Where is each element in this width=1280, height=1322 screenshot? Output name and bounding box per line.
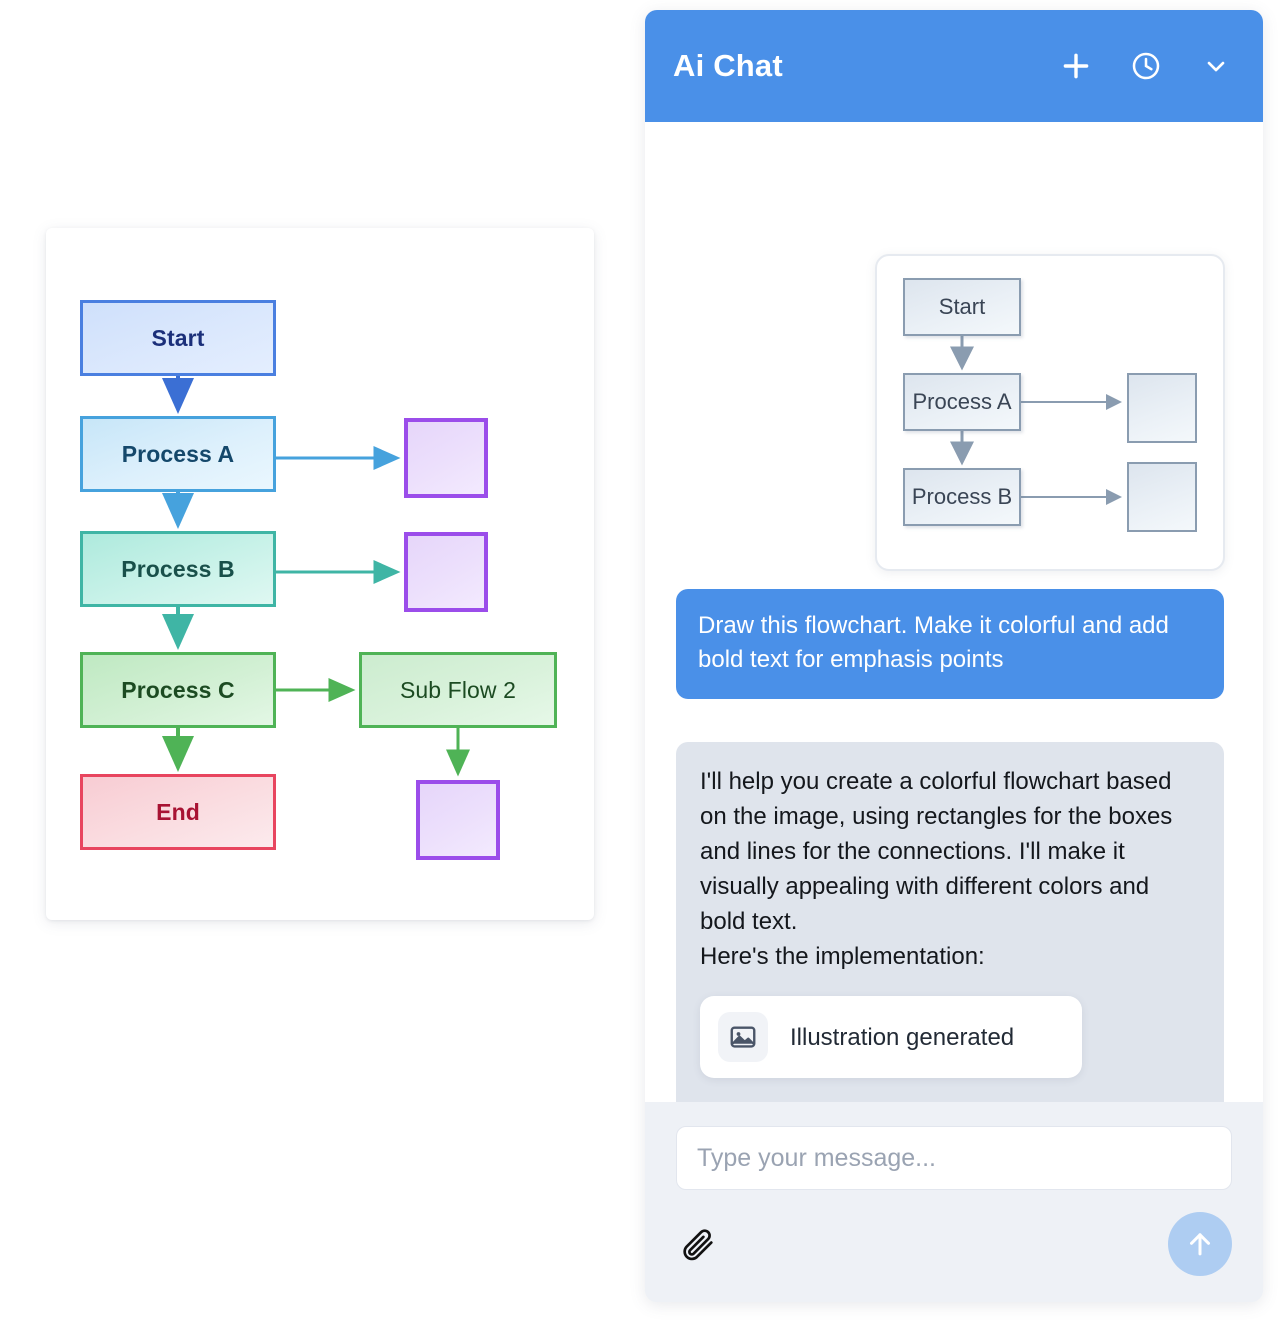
flow-node-process-c[interactable]: Process C (80, 652, 276, 728)
send-button[interactable] (1168, 1212, 1232, 1276)
flowchart-canvas: Start Process A Process B Process C End … (46, 228, 594, 920)
illustration-generated-label: Illustration generated (790, 1023, 1015, 1051)
chat-title: Ai Chat (673, 48, 783, 83)
flow-node-end[interactable]: End (80, 774, 276, 850)
attached-image-thumbnail[interactable]: Start Process A Process B (875, 254, 1225, 571)
flow-node-process-a[interactable]: Process A (80, 416, 276, 492)
clock-icon[interactable] (1129, 49, 1163, 83)
flow-node-start[interactable]: Start (80, 300, 276, 376)
thumbnail-node-square-1 (1127, 373, 1197, 443)
chat-header: Ai Chat (645, 10, 1263, 122)
illustration-generated-card[interactable]: Illustration generated (700, 996, 1082, 1079)
assistant-message-paragraph: I'll help you create a colorful flowchar… (700, 768, 1173, 936)
thumbnail-node-label: Process B (911, 484, 1013, 509)
paperclip-icon[interactable] (676, 1222, 720, 1266)
user-message-bubble: Draw this flowchart. Make it colorful an… (676, 589, 1224, 700)
flow-node-process-b[interactable]: Process B (80, 531, 276, 607)
flow-node-sub-flow-2[interactable]: Sub Flow 2 (359, 652, 557, 728)
flow-node-label: Process C (121, 676, 235, 703)
thumbnail-node-label: Process A (912, 389, 1012, 414)
flow-node-square-3[interactable] (416, 780, 500, 860)
plus-icon[interactable] (1059, 49, 1093, 83)
flow-node-label: Process B (121, 555, 235, 582)
thumbnail-node-process-b: Process B (903, 468, 1021, 526)
thumbnail-node-start: Start (903, 278, 1021, 336)
chat-input-toolbar (676, 1212, 1232, 1276)
user-message-text: Draw this flowchart. Make it colorful an… (698, 612, 1169, 674)
thumbnail-node-process-a: Process A (903, 373, 1021, 431)
assistant-message-bubble: I'll help you create a colorful flowchar… (676, 742, 1224, 1102)
flow-node-square-2[interactable] (404, 532, 488, 612)
chat-input-area (645, 1102, 1263, 1302)
thumbnail-node-square-2 (1127, 462, 1197, 532)
flow-node-label: Sub Flow 2 (399, 676, 517, 703)
flow-node-label: End (156, 798, 200, 825)
flow-node-square-1[interactable] (404, 418, 488, 498)
ai-chat-panel: Ai Chat Start Process A Process B Draw t… (645, 10, 1263, 1302)
image-icon (718, 1012, 768, 1063)
chat-message-list[interactable]: Start Process A Process B Draw this flow… (645, 122, 1263, 1102)
flow-node-label: Process A (121, 440, 235, 467)
assistant-message-closing: Here's the implementation: (700, 943, 985, 971)
chat-header-actions (1059, 49, 1233, 83)
message-input[interactable] (676, 1126, 1232, 1190)
thumbnail-node-label: Start (938, 294, 986, 319)
chevron-down-icon[interactable] (1199, 49, 1233, 83)
flow-node-label: Start (151, 324, 205, 351)
